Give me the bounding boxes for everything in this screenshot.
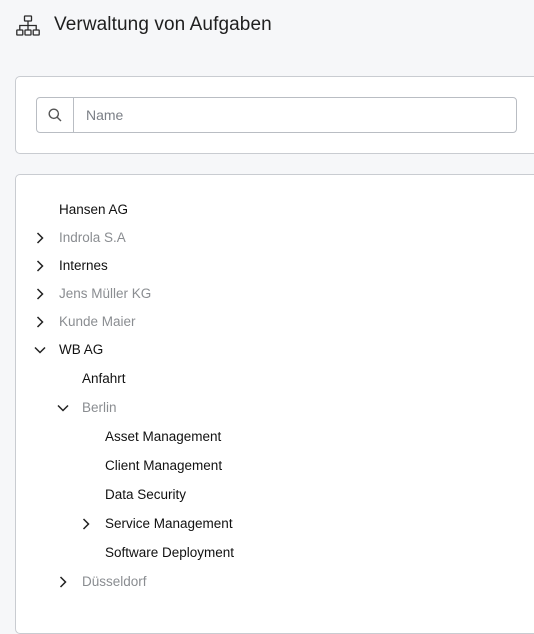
tree-item[interactable]: Hansen AG bbox=[16, 199, 516, 221]
tree-item-label: Hansen AG bbox=[59, 202, 129, 217]
tree-item-label: Client Management bbox=[105, 458, 223, 473]
tree-item-label: WB AG bbox=[59, 342, 104, 357]
tree-item-label: Düsseldorf bbox=[82, 574, 147, 589]
search-input[interactable] bbox=[74, 98, 514, 132]
tree-item[interactable]: Berlin bbox=[16, 397, 516, 419]
tree-item-label: Data Security bbox=[105, 487, 187, 502]
page-header: Verwaltung von Aufgaben bbox=[0, 0, 534, 52]
chevron-right-icon[interactable] bbox=[56, 575, 70, 589]
sitemap-icon bbox=[16, 15, 40, 36]
tree-item[interactable]: WB AG bbox=[16, 339, 516, 361]
tree-item[interactable]: Service Management bbox=[16, 513, 516, 535]
tree-item[interactable]: Düsseldorf bbox=[16, 571, 516, 593]
search-field[interactable] bbox=[36, 97, 517, 133]
tree-item[interactable]: Internes bbox=[16, 255, 516, 277]
chevron-down-icon[interactable] bbox=[33, 343, 47, 357]
tree-item-label: Software Deployment bbox=[105, 545, 235, 560]
tree-item[interactable]: Indrola S.A bbox=[16, 227, 516, 249]
page-title: Verwaltung von Aufgaben bbox=[54, 14, 272, 35]
chevron-down-icon[interactable] bbox=[56, 401, 70, 415]
chevron-right-icon[interactable] bbox=[79, 517, 93, 531]
tree-item-label: Asset Management bbox=[105, 429, 222, 444]
tree-item[interactable]: Data Security bbox=[16, 484, 516, 506]
tree-item[interactable]: Jens Müller KG bbox=[16, 283, 516, 305]
tree-item[interactable]: Kunde Maier bbox=[16, 311, 516, 333]
tree-item-label: Jens Müller KG bbox=[59, 286, 152, 301]
search-panel bbox=[15, 76, 534, 154]
tree-item[interactable]: Asset Management bbox=[16, 426, 516, 448]
tree-item-label: Internes bbox=[59, 258, 108, 273]
tree-item-label: Indrola S.A bbox=[59, 230, 126, 245]
chevron-right-icon[interactable] bbox=[33, 315, 47, 329]
chevron-right-icon[interactable] bbox=[33, 231, 47, 245]
chevron-right-icon[interactable] bbox=[33, 287, 47, 301]
tree-item[interactable]: Anfahrt bbox=[16, 368, 516, 390]
tree-item[interactable]: Software Deployment bbox=[16, 542, 516, 564]
search-button[interactable] bbox=[37, 98, 74, 132]
chevron-right-icon[interactable] bbox=[33, 259, 47, 273]
tree-item-label: Service Management bbox=[105, 516, 233, 531]
tree-item-label: Kunde Maier bbox=[59, 314, 136, 329]
tree-item-label: Berlin bbox=[82, 400, 117, 415]
tree-item[interactable]: Client Management bbox=[16, 455, 516, 477]
tree-item-label: Anfahrt bbox=[82, 371, 126, 386]
task-tree-panel: Hansen AG Indrola S.A Internes Jens Müller … bbox=[15, 174, 534, 634]
search-icon bbox=[48, 108, 62, 122]
